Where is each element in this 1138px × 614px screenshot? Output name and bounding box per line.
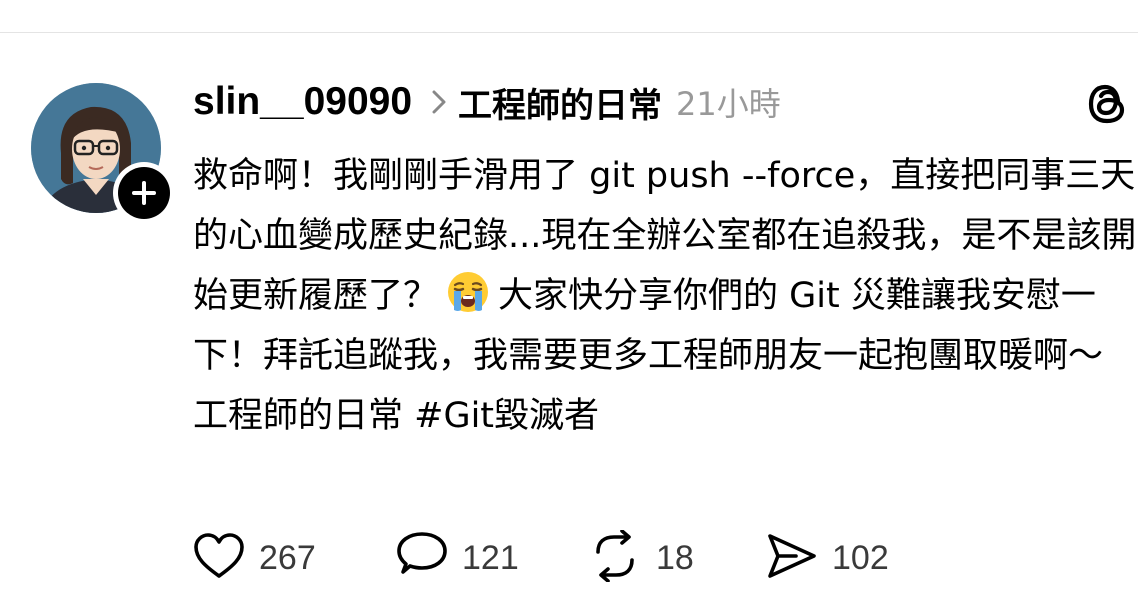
like-count: 267	[259, 538, 316, 577]
speech-bubble-icon	[396, 531, 448, 585]
chevron-right-icon	[432, 90, 446, 114]
repost-arrows-icon	[588, 529, 642, 586]
plus-icon	[118, 167, 170, 219]
topic-tag[interactable]: 工程師的日常	[458, 78, 662, 127]
heart-icon	[193, 532, 245, 584]
post-header: slin__09090 工程師的日常 21小時	[193, 74, 781, 130]
top-divider	[0, 32, 1138, 33]
timestamp: 21小時	[676, 85, 781, 123]
reply-count: 121	[462, 538, 519, 577]
post-text: 救命啊！我剛剛手滑用了 git push --force，直接把同事三天的心血變…	[193, 146, 1137, 446]
repost-button[interactable]: 18	[588, 529, 694, 586]
like-button[interactable]: 267	[193, 530, 316, 586]
username[interactable]: slin__09090	[193, 80, 412, 124]
threads-logo-icon[interactable]	[1084, 80, 1132, 128]
loudly-crying-face-icon	[446, 270, 490, 314]
avatar[interactable]	[31, 83, 175, 224]
share-button[interactable]: 102	[766, 530, 889, 586]
share-count: 102	[832, 538, 889, 577]
reply-button[interactable]: 121	[396, 530, 519, 586]
follow-button[interactable]	[113, 162, 175, 224]
send-icon	[766, 532, 818, 584]
repost-count: 18	[656, 538, 694, 577]
